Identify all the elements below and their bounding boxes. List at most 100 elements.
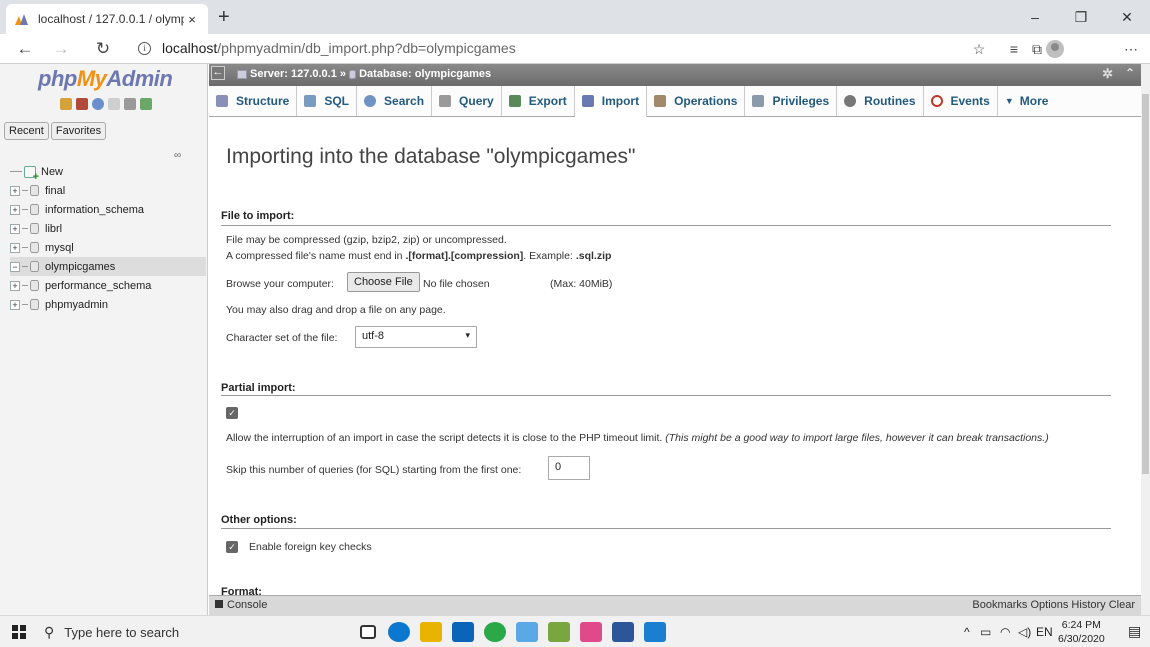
partial-import-hint: (This might be a good way to import larg… xyxy=(665,432,1049,444)
collapse-nav-icon[interactable]: ← xyxy=(211,66,225,80)
site-info-icon[interactable]: i xyxy=(138,42,151,55)
xampp-icon[interactable] xyxy=(580,622,602,642)
partial-import-checkbox[interactable]: ✓ xyxy=(226,407,238,419)
settings-gear-icon[interactable] xyxy=(124,98,136,110)
tab-search[interactable]: Search xyxy=(357,86,433,116)
tree-item-performance-schema[interactable]: + performance_schema xyxy=(10,276,206,295)
chrome-icon[interactable] xyxy=(484,622,506,642)
tree-connector xyxy=(22,209,28,210)
expand-plus-icon[interactable]: + xyxy=(10,185,20,196)
expand-plus-icon[interactable]: + xyxy=(10,204,20,215)
skip-queries-input[interactable]: 0 xyxy=(548,456,590,480)
expand-plus-icon[interactable]: + xyxy=(10,242,20,253)
breadcrumb-server[interactable]: Server: 127.0.0.1 xyxy=(250,68,337,80)
volume-icon[interactable]: ◁) xyxy=(1018,625,1031,639)
task-view-icon[interactable] xyxy=(360,625,376,639)
collections-icon[interactable]: ⧉ xyxy=(1026,38,1048,60)
new-tab-button[interactable]: + xyxy=(218,6,230,28)
tree-item-new[interactable]: New xyxy=(10,162,206,183)
word-icon[interactable] xyxy=(612,622,634,642)
phpmyadmin-logo[interactable]: phpMyAdmin xyxy=(38,66,173,92)
console-actions[interactable]: Bookmarks Options History Clear xyxy=(972,599,1135,611)
favorites-tab[interactable]: Favorites xyxy=(50,122,107,140)
charset-select[interactable]: utf-8 ▾ xyxy=(355,326,477,348)
favorites-list-icon[interactable]: ≡ xyxy=(1003,38,1025,60)
mail-icon[interactable] xyxy=(452,622,474,642)
tab-privileges[interactable]: Privileges xyxy=(745,86,838,116)
section-divider xyxy=(221,528,1111,529)
tab-close-icon[interactable]: × xyxy=(184,12,200,27)
tray-chevron-icon[interactable]: ^ xyxy=(964,625,970,639)
recent-tab[interactable]: Recent xyxy=(4,122,49,140)
exit-icon[interactable] xyxy=(76,98,88,110)
foreign-key-checkbox[interactable]: ✓ xyxy=(226,541,238,553)
compression-format: .[format].[compression] xyxy=(405,250,524,262)
tree-item-olympicgames[interactable]: − olympicgames xyxy=(10,257,206,276)
tab-operations[interactable]: Operations xyxy=(647,86,746,116)
console-toggle[interactable]: Console xyxy=(215,599,267,611)
link-chain-icon[interactable]: ∞ xyxy=(174,150,181,161)
window-close-button[interactable]: ✕ xyxy=(1104,0,1150,34)
more-menu-icon[interactable]: ⋯ xyxy=(1120,38,1142,60)
help-icon[interactable] xyxy=(92,98,104,110)
clock[interactable]: 6:24 PM 6/30/2020 xyxy=(1058,618,1105,646)
notifications-icon[interactable]: ▤ xyxy=(1128,623,1141,640)
tab-events[interactable]: Events xyxy=(924,86,998,116)
expand-plus-icon[interactable]: + xyxy=(10,299,20,310)
restore-button[interactable]: ❐ xyxy=(1058,0,1104,34)
choose-file-button[interactable]: Choose File xyxy=(347,272,420,292)
tree-item-final[interactable]: + final xyxy=(10,181,206,200)
caret-down-icon: ▼ xyxy=(1004,96,1014,106)
wrench-icon xyxy=(654,95,667,107)
favorite-star-icon[interactable]: ☆ xyxy=(968,38,990,60)
app-icon[interactable] xyxy=(516,622,538,642)
tab-export[interactable]: Export xyxy=(502,86,575,116)
back-arrow-icon[interactable]: ← xyxy=(10,34,40,64)
tab-label: Import xyxy=(601,94,640,108)
tree-item-mysql[interactable]: + mysql xyxy=(10,238,206,257)
file-explorer-icon[interactable] xyxy=(420,622,442,642)
page-scrollbar[interactable] xyxy=(1141,64,1150,615)
minimize-button[interactable]: – xyxy=(1012,0,1058,34)
refresh-icon[interactable]: ↻ xyxy=(88,34,118,64)
edge-browser-icon[interactable] xyxy=(388,622,410,642)
photos-icon[interactable] xyxy=(644,622,666,642)
scroll-top-icon[interactable]: ⌃ xyxy=(1125,66,1135,80)
tab-import[interactable]: Import xyxy=(574,86,648,118)
forward-arrow-icon[interactable]: → xyxy=(46,34,76,64)
privileges-icon xyxy=(752,95,765,107)
new-database-icon xyxy=(24,165,39,183)
windows-start-icon[interactable] xyxy=(12,625,26,639)
tab-more[interactable]: ▼ More xyxy=(998,86,1056,116)
scrollbar-thumb[interactable] xyxy=(1142,94,1149,474)
tree-item-information-schema[interactable]: + information_schema xyxy=(10,200,206,219)
collapse-minus-icon[interactable]: − xyxy=(10,261,20,272)
console-bar: Console Bookmarks Options History Clear xyxy=(209,595,1141,615)
docs-icon[interactable] xyxy=(108,98,120,110)
home-icon[interactable] xyxy=(60,98,72,110)
battery-icon[interactable]: ▭ xyxy=(980,625,991,639)
taskbar-search[interactable]: ⚲ Type here to search xyxy=(44,620,334,644)
reload-nav-icon[interactable] xyxy=(140,98,152,110)
tab-structure[interactable]: Structure xyxy=(209,86,298,116)
browser-tab[interactable]: localhost / 127.0.0.1 / olympicga × xyxy=(6,4,208,34)
tree-item-phpmyadmin[interactable]: + phpmyadmin xyxy=(10,295,206,314)
tab-routines[interactable]: Routines xyxy=(837,86,924,116)
section-divider xyxy=(221,395,1111,396)
tab-sql[interactable]: SQL xyxy=(297,86,358,116)
tree-item-librl[interactable]: + librl xyxy=(10,219,206,238)
expand-plus-icon[interactable]: + xyxy=(10,223,20,234)
database-tabs: Structure SQL Search Query Export Import… xyxy=(209,86,1141,118)
settings-gear-icon[interactable]: ✲ xyxy=(1102,66,1113,82)
url-field[interactable]: localhost/phpmyadmin/db_import.php?db=ol… xyxy=(162,40,516,56)
profile-avatar[interactable] xyxy=(1046,40,1064,58)
language-indicator[interactable]: EN xyxy=(1036,625,1053,639)
breadcrumb-database[interactable]: Database: olympicgames xyxy=(359,68,491,80)
expand-plus-icon[interactable]: + xyxy=(10,280,20,291)
server-icon xyxy=(237,69,247,79)
compression-example-text: . Example: xyxy=(523,250,576,262)
tab-query[interactable]: Query xyxy=(432,86,502,116)
notepad-icon[interactable] xyxy=(548,622,570,642)
wifi-icon[interactable]: ◠ xyxy=(1000,625,1010,639)
chevron-down-icon: ▾ xyxy=(465,330,470,340)
